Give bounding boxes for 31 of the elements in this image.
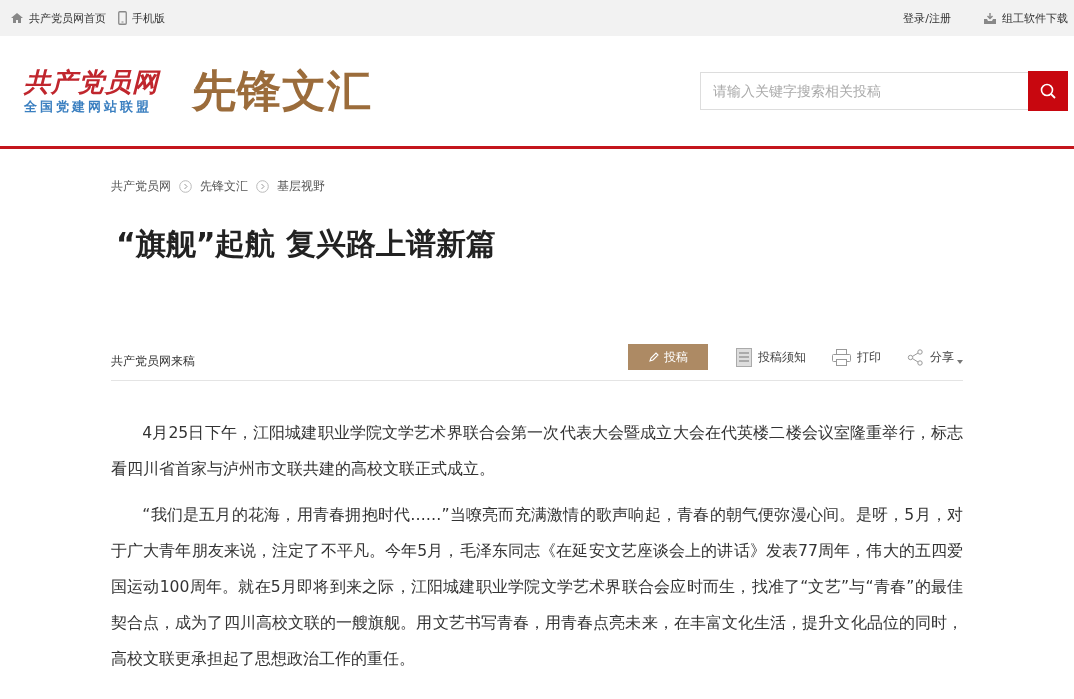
download-link[interactable]: 组工软件下载 [983,10,1068,26]
phone-icon [118,11,127,25]
logo-text: 共产党员网 [24,66,159,98]
home-icon [10,12,24,24]
toolbar-link[interactable]: 分享 [907,348,963,366]
article-paragraph: 4月25日下午，江阳城建职业学院文学艺术界联合会第一次代表大会暨成立大会在代英楼二楼会议室隆重举行，标志看四川省首家与泸州市文联共建的高校文联正式成立。 [111,423,963,480]
download-icon [983,11,997,25]
toolbar-link[interactable]: 打印 [832,348,881,366]
login-link[interactable]: 登录/注册 [903,10,951,26]
article-paragraph: “我们是五月的花海，用青春拥抱时代……”当嘹亮而充满激情的歌声响起，青春的朝气便弥漫心间。是呀，5月，对于广大青年朋友来说，注定了不平凡。今年5月，毛泽东同志《在延安文艺座谈会上的讲话》发表77周年，伟大的五四爱国运动100周年。就在5月即将到来之际，江阳城建职业学院文学艺术界联合会应时而生，找准了“文艺”与“青春”的最佳契合点，成为了四川高校文联的一艘旗舰。用文艺书写青春，用青春点亮未来，在丰富文化生活，提升文化品位的同时，高校文联更承担起了思想政治工作的重任。 [111,505,963,670]
article-title: “旗舰”起航 复兴路上谱新篇 [116,225,497,263]
breadcrumb-link[interactable]: 基层视野 [277,179,325,194]
search-field[interactable]: 请输入关键字搜索相关投稿 [700,72,1028,110]
document-icon [736,347,752,367]
site-logo[interactable]: 共产党员网 全国党建网站联盟 [24,66,184,116]
section-title: 先锋文汇 [192,63,372,118]
breadcrumb-link[interactable]: 先锋文汇 [200,179,248,194]
logo-subtitle: 全国党建网站联盟 [24,98,152,116]
caret-icon [957,359,963,364]
share-icon [907,348,924,366]
top-link[interactable]: 手机版 [118,10,165,26]
search-button[interactable] [1028,71,1068,111]
top-link[interactable]: 共产党员网首页 [10,10,106,26]
chevron-icon [256,180,269,193]
search-icon [1039,82,1057,100]
breadcrumb-link[interactable]: 共产党员网 [111,179,171,194]
article-source: 共产党员网来稿 [111,353,195,370]
printer-icon [832,348,851,366]
chevron-icon [179,180,192,193]
pencil-icon [648,351,660,363]
toolbar-link[interactable]: 投稿须知 [736,347,806,367]
